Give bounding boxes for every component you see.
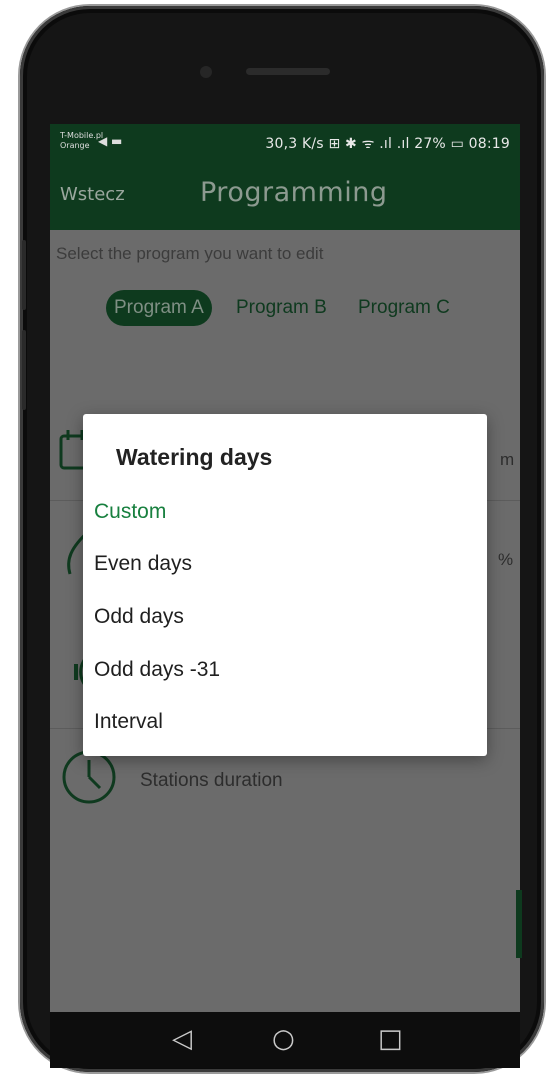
program-hint: Select the program you want to edit [56,244,324,263]
option-even-days[interactable]: Even days [94,552,192,576]
tab-program-a[interactable]: Program A [106,290,212,326]
option-odd-days[interactable]: Odd days [94,605,184,629]
tab-program-b[interactable]: Program B [236,290,327,326]
carrier-primary: T-Mobile.pl [60,131,104,140]
watering-days-dialog: Watering days Custom Even days Odd days … [83,414,487,756]
option-odd-days-31[interactable]: Odd days -31 [94,658,220,682]
clock-icon [60,748,118,810]
back-button[interactable]: Wstecz [60,184,125,205]
front-camera [200,66,212,78]
carrier-secondary: Orange [60,141,90,150]
fab-edge [516,890,522,958]
stations-duration-label[interactable]: Stations duration [140,770,283,792]
status-right: 30,3 K/s ⊞ ✱ ᯤ .ıl .ıl 27% ▭ 08:19 [265,136,510,152]
volume-button [22,240,26,310]
volume-button-lower [22,330,26,410]
nav-recent-icon[interactable]: □ [378,1024,403,1054]
earpiece [246,68,330,75]
tab-program-c[interactable]: Program C [358,290,450,326]
watering-days-value: m [500,450,515,469]
option-custom[interactable]: Custom [94,500,166,524]
nav-back-icon[interactable]: ◁ [172,1024,192,1054]
app-bar: Wstecz Programming [50,164,520,230]
dialog-title: Watering days [116,444,273,470]
option-interval[interactable]: Interval [94,710,163,734]
nav-home-icon[interactable]: ○ [272,1024,295,1054]
water-budget-value: % [498,550,514,569]
notification-icons: ◀ ▬ [98,134,123,148]
page-title: Programming [200,177,388,208]
status-bar: T-Mobile.pl Orange ◀ ▬ 30,3 K/s ⊞ ✱ ᯤ .ı… [50,124,520,164]
carrier-info: T-Mobile.pl Orange [60,131,103,151]
